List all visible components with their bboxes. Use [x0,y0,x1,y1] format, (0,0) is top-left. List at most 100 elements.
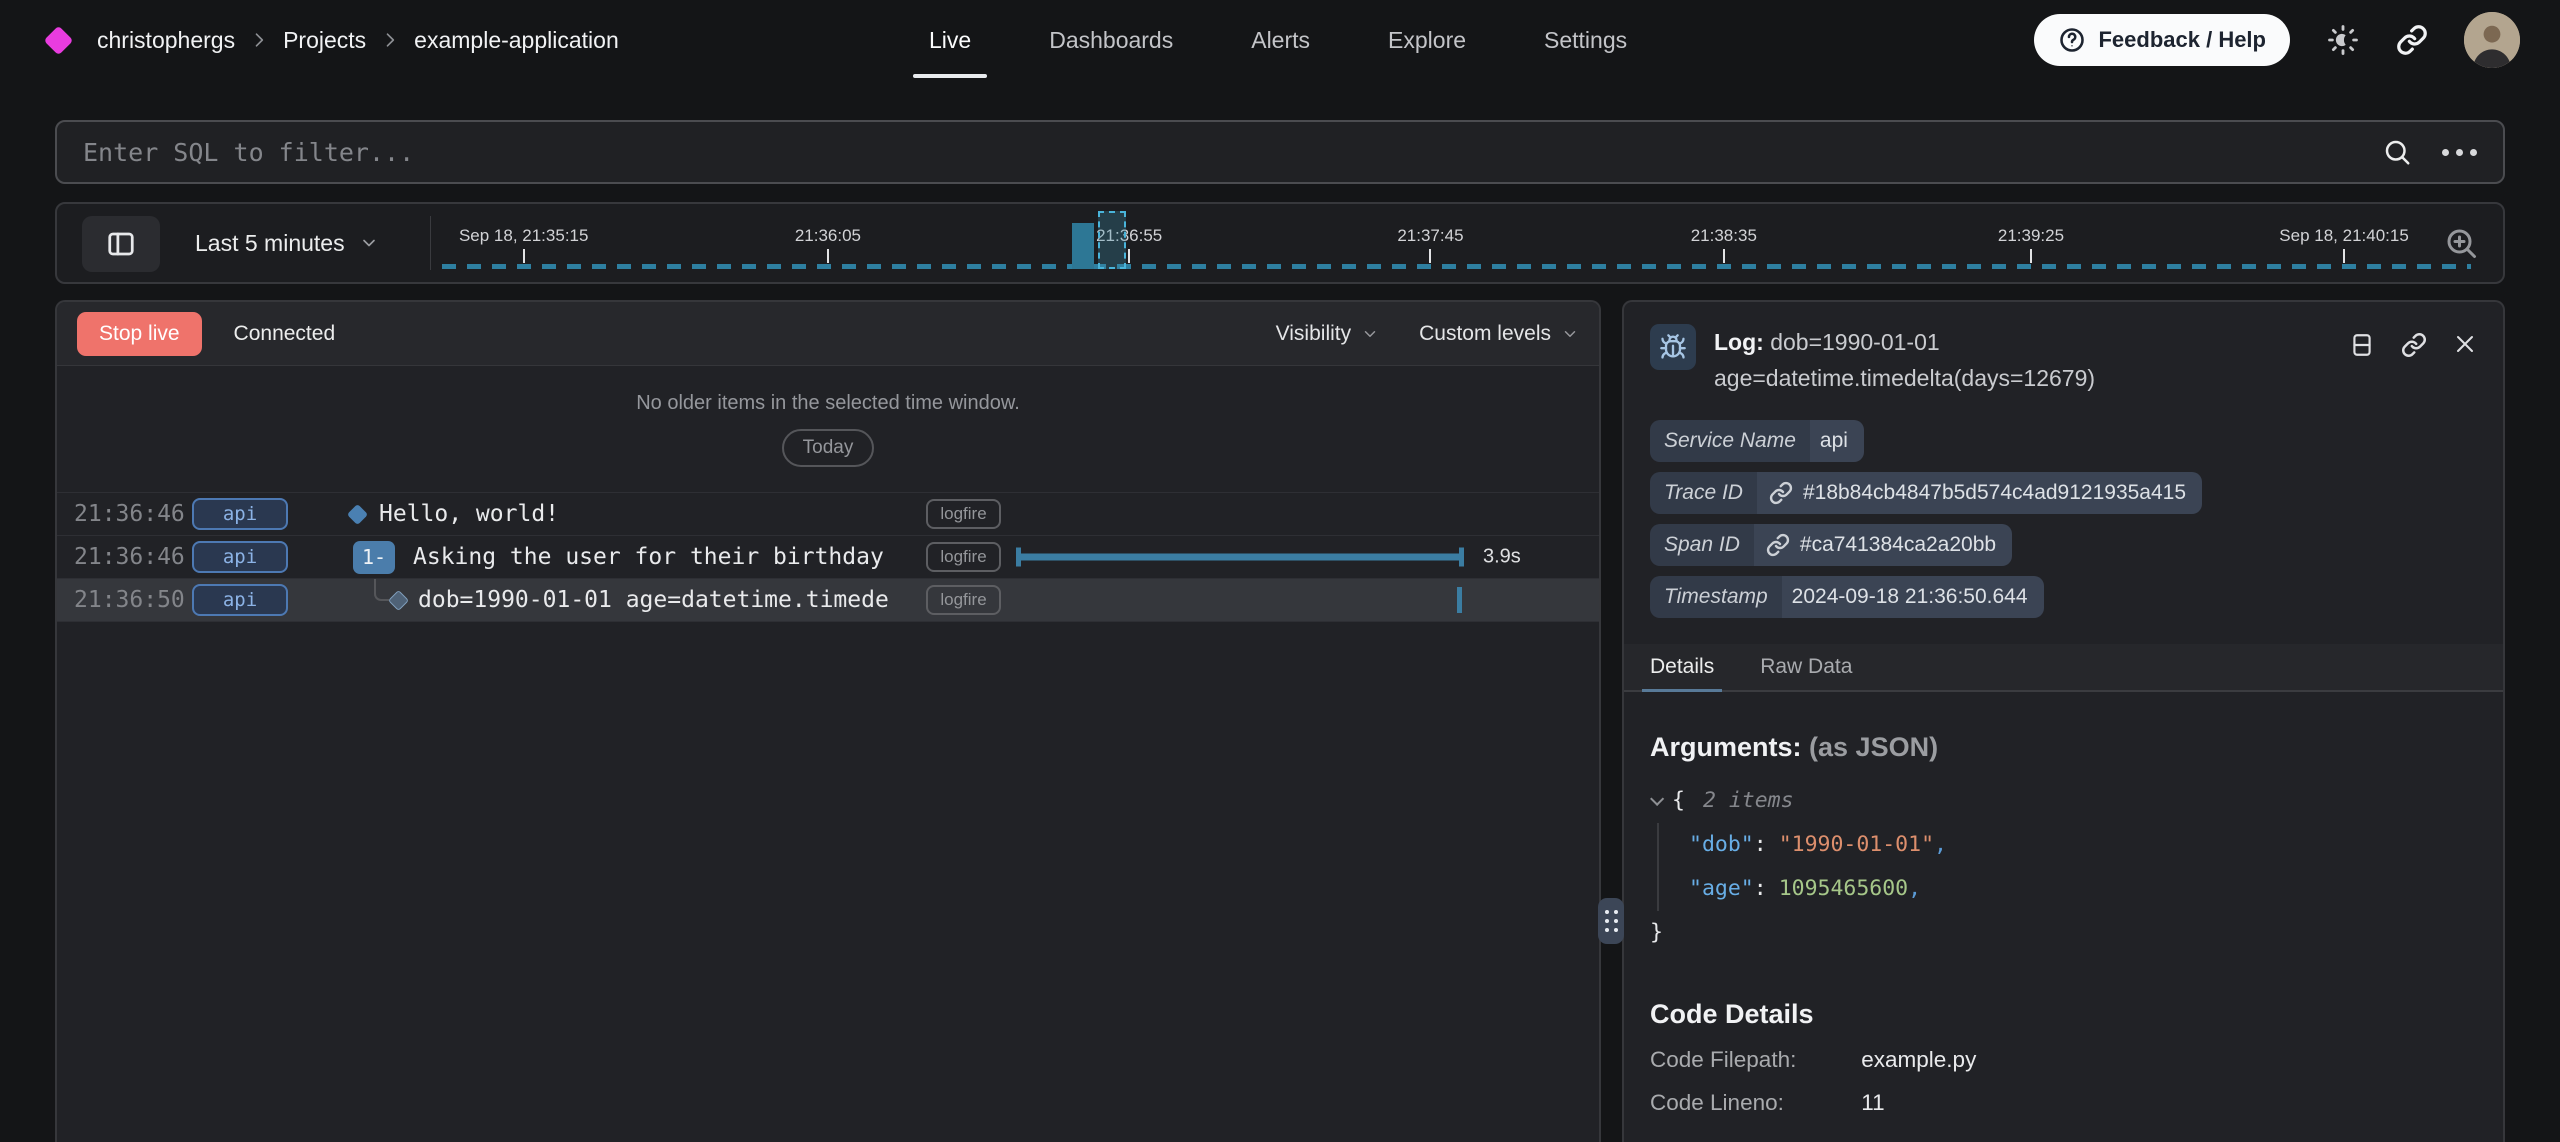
timeline-baseline [442,264,2471,269]
link-icon[interactable] [1769,481,1793,505]
time-range-label: Last 5 minutes [195,230,345,257]
log-message-area: 1- Asking the user for their birthday [288,536,926,578]
detail-title-line2: age=datetime.timedelta(days=12679) [1714,360,2095,396]
json-colon: : [1754,876,1767,901]
span-area [1001,579,1599,621]
json-value: "1990-01-01" [1779,832,1934,857]
json-entry: "dob":"1990-01-01", [1689,823,2477,867]
json-close-brace: } [1650,911,2477,955]
tab-alerts[interactable]: Alerts [1247,0,1314,80]
split-view-icon[interactable] [2349,332,2375,396]
panel-resize-handle[interactable] [1598,898,1624,944]
span-area: 3.9s [1001,536,1599,578]
tab-live[interactable]: Live [925,0,975,80]
arguments-heading-suffix: (as JSON) [1809,732,1938,762]
span-duration-label: 3.9s [1483,546,1521,569]
collapse-caret-icon[interactable] [1650,792,1664,806]
timeline-selection-bar [1098,211,1126,269]
breadcrumb-separator-icon [380,30,400,50]
chip-value: #ca741384ca2a20bb [1790,533,2012,557]
tab-dashboards[interactable]: Dashboards [1045,0,1177,80]
service-pill[interactable]: api [192,498,288,530]
log-timestamp: 21:36:46 [74,544,174,570]
sql-filter-input[interactable] [83,138,2382,167]
time-range-dropdown[interactable]: Last 5 minutes [195,204,379,282]
timestamp-chip[interactable]: Timestamp 2024-09-18 21:36:50.644 [1650,576,2044,618]
chevron-down-icon [359,233,379,253]
feedback-help-button[interactable]: Feedback / Help [2034,14,2290,66]
stop-live-button[interactable]: Stop live [77,312,202,356]
timeline-tick-label: 21:37:45 [1397,226,1463,246]
code-lineno-value: 11 [1861,1090,1884,1115]
service-pill[interactable]: api [192,541,288,573]
breadcrumb-section[interactable]: Projects [283,27,366,54]
detail-title-text: dob=1990-01-01 [1770,329,1939,355]
timeline-track[interactable]: Sep 18, 21:35:15 21:36:05 21:36:55 21:37… [442,204,2411,282]
log-diamond-icon [347,503,368,524]
json-viewer: { 2 items "dob":"1990-01-01", "age":1095… [1624,779,2503,955]
more-options-icon[interactable] [2442,149,2477,156]
json-comma: , [1934,832,1947,857]
timeline-tick [2030,249,2032,263]
service-pill[interactable]: api [192,584,288,616]
theme-toggle-icon[interactable] [2326,23,2360,57]
nav-tabs: Live Dashboards Alerts Explore Settings [925,0,1631,80]
tab-explore[interactable]: Explore [1384,0,1470,80]
log-row[interactable]: 21:36:46 api Hello, world! logfire [57,493,1599,536]
code-lineno-label: Code Lineno: [1650,1090,1855,1116]
chip-label: Service Name [1650,420,1810,462]
json-items-count: 2 items [1703,779,1794,823]
custom-levels-dropdown[interactable]: Custom levels [1419,322,1579,346]
logfire-tag[interactable]: logfire [926,542,1001,572]
copy-link-icon[interactable] [2401,332,2427,396]
chip-value: 2024-09-18 21:36:50.644 [1782,585,2044,609]
breadcrumb-separator-icon [249,30,269,50]
json-key: "age" [1689,876,1754,901]
trace-id-chip[interactable]: Trace ID #18b84cb4847b5d574c4ad9121935a4… [1650,472,2202,514]
timeline-bar: Last 5 minutes Sep 18, 21:35:15 21:36:05… [55,202,2505,284]
collapse-children-badge[interactable]: 1- [353,541,395,574]
json-key: "dob" [1689,832,1754,857]
close-icon[interactable] [2453,332,2477,396]
logfire-logo-icon[interactable] [44,25,74,55]
json-comma: , [1908,876,1921,901]
span-duration-bar [1016,554,1464,561]
chip-label: Span ID [1650,524,1754,566]
log-message-area: Hello, world! [288,493,926,535]
code-details-section: Code Details Code Filepath: example.py C… [1624,999,2503,1116]
json-entry: "age":1095465600, [1689,867,2477,911]
breadcrumb-project[interactable]: example-application [414,27,619,54]
live-log-panel: Stop live Connected Visibility Custom le… [55,300,1601,1142]
logfire-tag[interactable]: logfire [926,499,1001,529]
nav-right: Feedback / Help [2034,0,2520,80]
tab-details[interactable]: Details [1650,644,1714,690]
link-icon[interactable] [1766,533,1790,557]
tab-settings[interactable]: Settings [1540,0,1631,80]
code-filepath-value: example.py [1861,1047,1976,1072]
live-log-header: Stop live Connected Visibility Custom le… [57,302,1599,366]
custom-levels-label: Custom levels [1419,322,1551,346]
log-message: dob=1990-01-01 age=datetime.timede [418,587,889,613]
log-row[interactable]: 21:36:46 api 1- Asking the user for thei… [57,536,1599,579]
service-name-chip[interactable]: Service Name api [1650,420,1864,462]
user-avatar[interactable] [2464,12,2520,68]
today-button[interactable]: Today [782,429,875,467]
breadcrumb-org[interactable]: christophergs [97,27,235,54]
share-link-icon[interactable] [2396,24,2428,56]
top-nav: christophergs Projects example-applicati… [0,0,2560,80]
log-row-selected[interactable]: 21:36:50 api dob=1990-01-01 age=datetime… [57,579,1599,622]
log-detail-panel: Log: dob=1990-01-01 age=datetime.timedel… [1622,300,2505,1142]
visibility-dropdown[interactable]: Visibility [1276,322,1379,346]
json-value: 1095465600 [1779,876,1908,901]
empty-window-notice: No older items in the selected time wind… [57,366,1599,467]
tab-raw-data[interactable]: Raw Data [1760,644,1852,690]
span-id-chip[interactable]: Span ID #ca741384ca2a20bb [1650,524,2012,566]
connection-status: Connected [234,322,336,346]
zoom-in-icon[interactable] [2443,225,2479,261]
log-diamond-icon [388,589,409,610]
logfire-tag[interactable]: logfire [926,585,1001,615]
sidebar-toggle-button[interactable] [82,216,160,272]
search-icon[interactable] [2382,137,2412,167]
timeline-tick-label: 21:36:05 [795,226,861,246]
log-rows: 21:36:46 api Hello, world! logfire 21:36… [57,492,1599,622]
